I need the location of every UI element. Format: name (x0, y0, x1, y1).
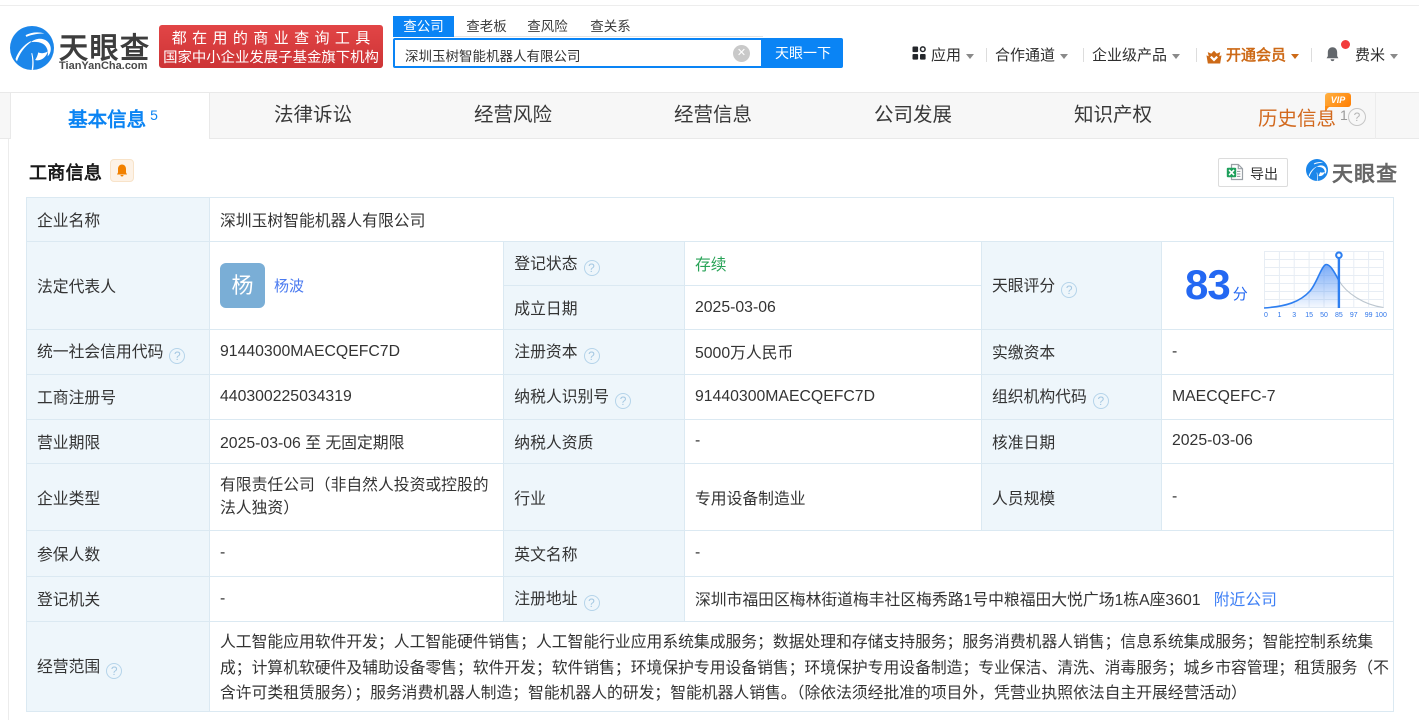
svg-text:97: 97 (1350, 312, 1358, 319)
svg-text:50: 50 (1320, 312, 1328, 319)
svg-text:100: 100 (1375, 312, 1387, 319)
svg-text:99: 99 (1365, 312, 1373, 319)
svg-text:85: 85 (1335, 312, 1343, 319)
svg-text:0: 0 (1264, 312, 1268, 319)
svg-text:1: 1 (1277, 312, 1281, 319)
svg-text:15: 15 (1305, 312, 1313, 319)
svg-text:3: 3 (1292, 312, 1296, 319)
